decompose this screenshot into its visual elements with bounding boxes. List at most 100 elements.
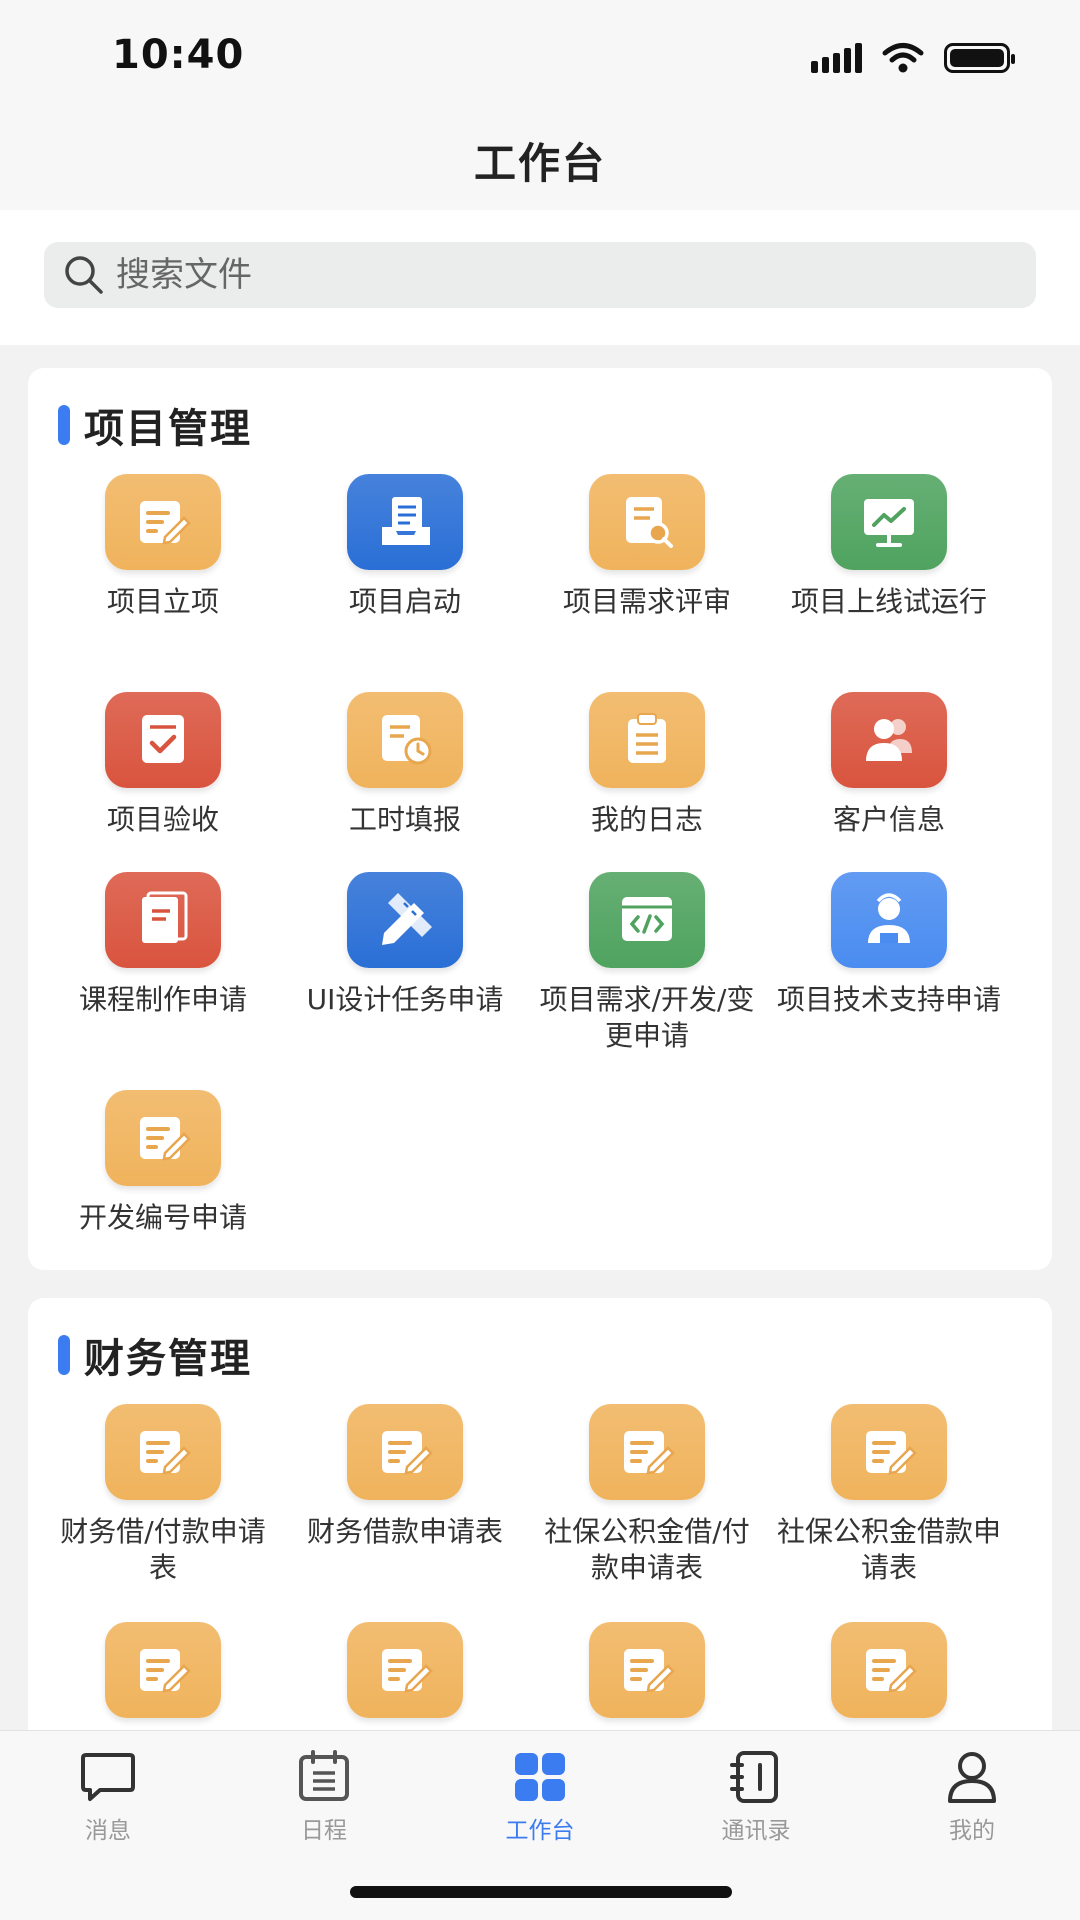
app-tile[interactable]: 项目立项 [42, 474, 284, 620]
app-tile-label: 我的日志 [590, 803, 703, 836]
app-tile-icon-box [589, 474, 705, 570]
app-tile[interactable]: 项目启动 [284, 474, 526, 620]
app-tile[interactable]: 项目验收 [42, 692, 284, 838]
grid-apps-icon [515, 1753, 565, 1801]
tab-schedule[interactable]: 日程 [216, 1749, 432, 1845]
tab-label: 我的 [949, 1818, 995, 1844]
home-indicator [350, 1886, 732, 1898]
app-tile[interactable] [768, 1622, 1010, 1732]
timesheet-clock-icon [382, 715, 432, 765]
edit-note-icon [140, 501, 191, 545]
app-tile-icon-box [105, 474, 221, 570]
tab-messages[interactable]: 消息 [0, 1749, 216, 1845]
monitor-chart-icon [864, 499, 914, 547]
app-tile-icon-box [831, 872, 947, 968]
app-tile[interactable]: 课程制作申请 [42, 872, 284, 1018]
app-tile[interactable]: 项目需求/开发/变更申请 [526, 872, 768, 1054]
edit-note-icon [140, 1431, 191, 1475]
app-tile-label: 工时填报 [348, 803, 461, 836]
battery-icon [944, 43, 1015, 73]
app-tile[interactable]: 财务借/付款申请表 [42, 1404, 284, 1586]
pencil-ruler-icon [382, 893, 432, 945]
search-area [0, 210, 1080, 345]
app-tile-icon-box [831, 1404, 947, 1500]
app-tile-label: 项目技术支持申请 [776, 983, 1001, 1016]
edit-note-icon [382, 1431, 433, 1475]
edit-note-icon [140, 1649, 191, 1693]
wifi-icon [882, 43, 924, 73]
contacts-book-icon [730, 1751, 778, 1803]
app-tile[interactable]: 项目上线试运行 [768, 474, 1010, 620]
customers-icon [866, 719, 912, 761]
app-tile-label: 课程制作申请 [78, 983, 247, 1016]
tab-label: 日程 [301, 1818, 347, 1844]
page-title: 工作台 [473, 138, 606, 188]
app-tile[interactable]: 社保公积金借款申请表 [768, 1404, 1010, 1586]
tab-label: 工作台 [505, 1818, 575, 1844]
section-accent-bar [58, 405, 70, 445]
app-tile-icon-box [831, 692, 947, 788]
app-tile-icon-box [589, 1404, 705, 1500]
app-tile[interactable]: 开发编号申请 [42, 1090, 284, 1236]
tab-label: 消息 [85, 1818, 131, 1844]
search-input[interactable] [116, 255, 996, 295]
user-icon [948, 1752, 996, 1803]
app-tile-label: 项目验收 [106, 803, 219, 836]
app-tile-label: 财务借/付款申请表 [60, 1515, 266, 1584]
app-tile-icon-box [589, 1622, 705, 1718]
app-tile[interactable] [42, 1622, 284, 1732]
section-header: 项目管理 [58, 396, 252, 454]
search-box[interactable] [44, 242, 1036, 308]
edit-note-icon [866, 1649, 917, 1693]
book-icon [142, 891, 188, 943]
edit-note-icon [140, 1117, 191, 1161]
clipboard-list-icon [628, 713, 666, 763]
cellular-signal-icon [811, 43, 862, 73]
app-tile-label: 项目需求评审 [562, 585, 731, 618]
app-tile[interactable] [284, 1622, 526, 1732]
app-tile-icon-box [347, 692, 463, 788]
app-tile[interactable]: 我的日志 [526, 692, 768, 838]
app-tile[interactable]: 项目需求评审 [526, 474, 768, 620]
search-icon [65, 256, 103, 294]
tab-contacts[interactable]: 通讯录 [648, 1749, 864, 1845]
status-time: 10:40 [112, 32, 245, 78]
app-tile-label: UI设计任务申请 [306, 983, 504, 1016]
app-tile-label: 项目需求/开发/变更申请 [539, 983, 755, 1052]
app-tile-label: 项目启动 [348, 585, 461, 618]
nav-bar: 工作台 [0, 110, 1080, 210]
section-title: 财务管理 [84, 1336, 252, 1382]
app-tile-label: 开发编号申请 [78, 1201, 247, 1234]
app-tile[interactable]: 项目技术支持申请 [768, 872, 1010, 1018]
app-tile-icon-box [347, 1404, 463, 1500]
app-tile-icon-box [105, 1404, 221, 1500]
app-tile-label: 客户信息 [832, 803, 945, 836]
app-tile-icon-box [105, 692, 221, 788]
app-tile[interactable]: 社保公积金借/付款申请表 [526, 1404, 768, 1586]
calendar-icon [299, 1750, 349, 1801]
app-tile-icon-box [347, 872, 463, 968]
app-tile-icon-box [831, 1622, 947, 1718]
edit-note-icon [382, 1649, 433, 1693]
app-tile-icon-box [589, 692, 705, 788]
app-tile-icon-box [831, 474, 947, 570]
app-tile-icon-box [347, 474, 463, 570]
tab-me[interactable]: 我的 [864, 1749, 1080, 1845]
app-tile[interactable]: 财务借款申请表 [284, 1404, 526, 1550]
status-bar: 10:40 [0, 0, 1080, 110]
app-tile[interactable]: UI设计任务申请 [284, 872, 526, 1018]
tab-workbench[interactable]: 工作台 [432, 1749, 648, 1845]
app-tile-icon-box [589, 872, 705, 968]
app-tile[interactable]: 客户信息 [768, 692, 1010, 838]
app-tile-label: 项目立项 [106, 585, 219, 618]
app-tile-icon-box [347, 1622, 463, 1718]
chat-bubble-icon [81, 1753, 135, 1801]
app-tile-label: 社保公积金借/付款申请表 [544, 1515, 750, 1584]
document-search-icon [626, 497, 673, 548]
section-title: 项目管理 [84, 406, 252, 452]
app-tile[interactable]: 工时填报 [284, 692, 526, 838]
finance-management-card: 财务管理 财务借/付款申请表 财务借款申请表 社保公积金借/付款申请表 社保公积金借款… [28, 1298, 1052, 1758]
app-tile[interactable] [526, 1622, 768, 1732]
edit-note-icon [624, 1431, 675, 1475]
project-management-card: 项目管理 项目立项 项目启动 项目需求评审 项目上线试运行项目验收 工时填报 我的日志 客户… [28, 368, 1052, 1270]
